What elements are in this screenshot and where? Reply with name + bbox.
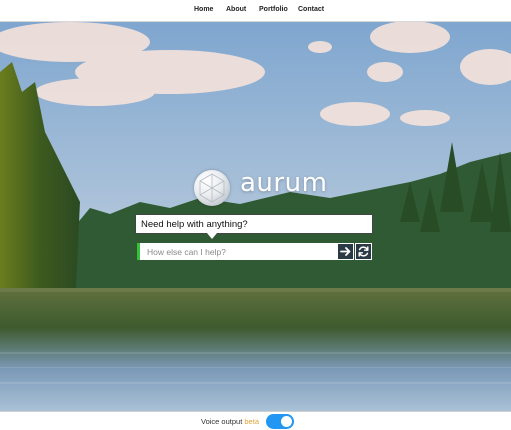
query-input[interactable] [137,243,337,260]
nav-about-link[interactable]: About [226,6,246,13]
brand-name: aurum [240,168,328,198]
globe-logo-icon [194,170,230,206]
page: Home About Portfolio Contact aurum Need … [0,0,511,430]
nav-contact-link[interactable]: Contact [298,6,324,13]
toggle-knob [281,416,292,427]
refresh-icon [358,246,369,257]
globe-logo-graphic [199,173,225,203]
arrow-right-icon [340,247,351,256]
voice-output-text: Voice output [201,417,243,426]
nav-portfolio-link[interactable]: Portfolio [259,6,288,13]
beta-badge: beta [244,417,259,426]
hero-section: aurum Need help with anything? [0,22,511,411]
voice-output-toggle[interactable] [266,414,294,429]
voice-output-bar: Voice output beta [0,411,511,430]
bubble-pointer [207,233,217,239]
refresh-button[interactable] [355,243,372,260]
send-button[interactable] [337,243,354,260]
assistant-message-bubble: Need help with anything? [135,214,373,234]
assistant-prompt-text: Need help with anything? [141,219,248,230]
voice-output-label: Voice output beta [201,417,259,426]
nav-home-link[interactable]: Home [194,6,213,13]
top-navigation: Home About Portfolio Contact [0,0,511,22]
